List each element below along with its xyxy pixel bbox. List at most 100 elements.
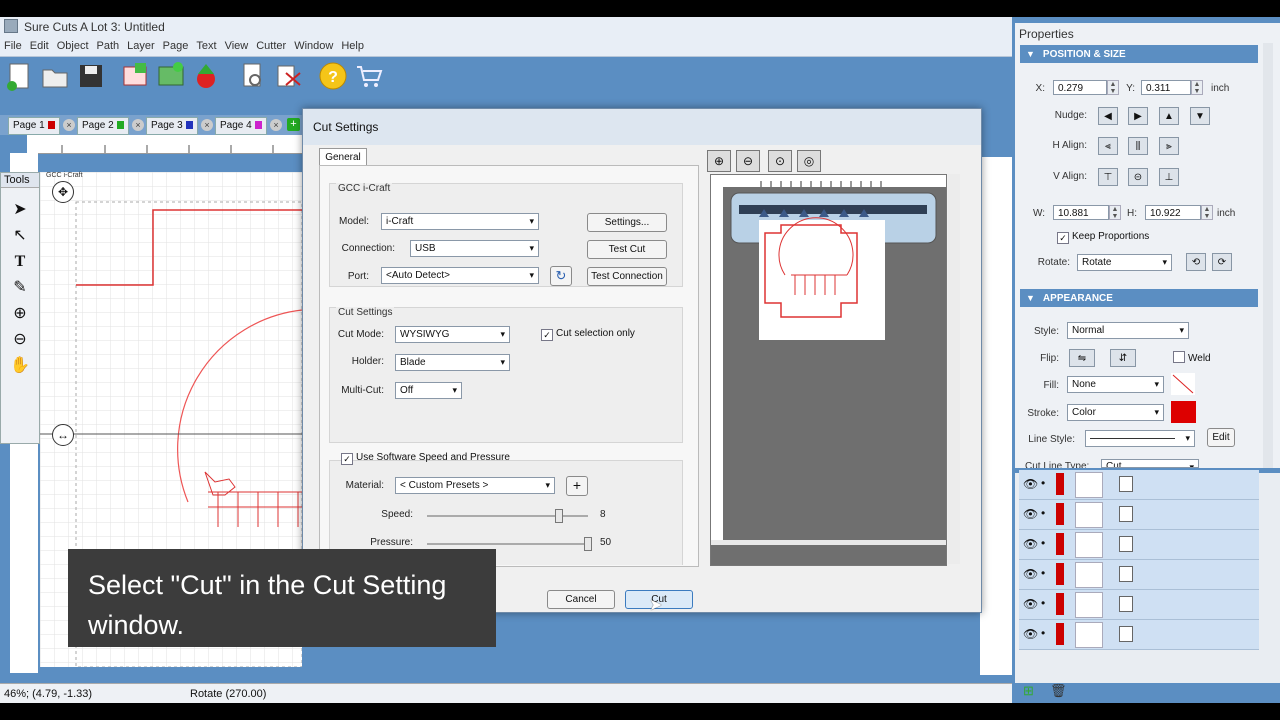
zoom-out-icon[interactable]: ⊖ xyxy=(736,150,760,172)
pen-tool-icon[interactable]: ✎ xyxy=(9,277,31,299)
layer-edit-icon[interactable] xyxy=(1119,566,1133,582)
style-select[interactable]: Normal xyxy=(1067,322,1189,339)
zoom-actual-icon[interactable]: ◎ xyxy=(797,150,821,172)
cut-selection-only-checkbox[interactable]: ✓ xyxy=(541,329,553,341)
zoom-out-icon[interactable]: ⊖ xyxy=(9,329,31,351)
lock-dot-icon[interactable]: • xyxy=(1041,536,1045,550)
zoom-fit-icon[interactable]: ⊙ xyxy=(768,150,792,172)
cut-line-type-select[interactable]: Cut xyxy=(1101,459,1199,468)
layer-row[interactable]: 👁 • xyxy=(1019,470,1259,500)
menu-text[interactable]: Text xyxy=(192,37,220,56)
lock-dot-icon[interactable]: • xyxy=(1041,626,1045,640)
nudge-down-icon[interactable]: ▼ xyxy=(1190,107,1210,125)
cut-preview[interactable] xyxy=(710,174,947,566)
add-preset-icon[interactable]: + xyxy=(566,476,588,496)
layer-edit-icon[interactable] xyxy=(1119,476,1133,492)
speed-slider-track[interactable] xyxy=(427,515,588,517)
layer-row[interactable]: 👁 • xyxy=(1019,500,1259,530)
resize-handle-icon[interactable]: ↔ xyxy=(52,424,74,446)
nudge-left-icon[interactable]: ◀ xyxy=(1098,107,1118,125)
lock-dot-icon[interactable]: • xyxy=(1041,506,1045,520)
keep-proportions-checkbox[interactable]: ✓ xyxy=(1057,232,1069,244)
stroke-color-swatch[interactable] xyxy=(1171,401,1196,423)
keep-proportions-row[interactable]: ✓ Keep Proportions xyxy=(1057,231,1149,244)
shopping-cart-icon[interactable] xyxy=(354,61,384,91)
model-select[interactable]: i-Craft xyxy=(381,213,539,230)
menu-path[interactable]: Path xyxy=(93,37,124,56)
use-software-checkbox[interactable]: ✓ xyxy=(341,453,353,465)
flip-horizontal-icon[interactable]: ⇋ xyxy=(1069,349,1095,367)
menu-help[interactable]: Help xyxy=(337,37,368,56)
multi-cut-select[interactable]: Off xyxy=(395,382,462,399)
pressure-slider-thumb[interactable] xyxy=(584,537,592,551)
cut-mode-select[interactable]: WYSIWYG xyxy=(395,326,510,343)
test-connection-button[interactable]: Test Connection xyxy=(587,267,667,286)
tab-page-1[interactable]: Page 1 × xyxy=(8,117,75,135)
text-tool-icon[interactable]: T xyxy=(9,251,31,273)
connection-select[interactable]: USB xyxy=(410,240,539,257)
lock-dot-icon[interactable]: • xyxy=(1041,476,1045,490)
align-left-icon[interactable]: ⫷ xyxy=(1098,137,1118,155)
flip-vertical-icon[interactable]: ⇵ xyxy=(1110,349,1136,367)
shapes-icon[interactable] xyxy=(192,61,222,91)
height-input[interactable]: 10.922 xyxy=(1145,205,1201,220)
fill-none-swatch[interactable] xyxy=(1171,373,1195,395)
nudge-up-icon[interactable]: ▲ xyxy=(1159,107,1179,125)
node-edit-icon[interactable]: ↖ xyxy=(9,225,31,247)
eye-icon[interactable]: 👁 xyxy=(1023,537,1038,551)
layer-edit-icon[interactable] xyxy=(1119,536,1133,552)
image-icon[interactable] xyxy=(156,61,186,91)
menu-object[interactable]: Object xyxy=(53,37,93,56)
menu-cutter[interactable]: Cutter xyxy=(252,37,290,56)
port-select[interactable]: <Auto Detect> xyxy=(381,267,539,284)
layer-row[interactable]: 👁 • xyxy=(1019,560,1259,590)
close-icon[interactable]: × xyxy=(132,119,144,131)
height-spinner[interactable]: ▲ ▼ xyxy=(1201,205,1213,220)
tab-page-2[interactable]: Page 2 × xyxy=(77,117,144,135)
y-spinner[interactable]: ▲ ▼ xyxy=(1191,80,1203,95)
speed-slider-thumb[interactable] xyxy=(555,509,564,523)
position-size-section[interactable]: ▼ POSITION & SIZE xyxy=(1020,45,1258,63)
new-document-icon[interactable] xyxy=(4,61,34,91)
layer-row[interactable]: 👁 • xyxy=(1019,620,1259,650)
import-icon[interactable] xyxy=(120,61,150,91)
menu-edit[interactable]: Edit xyxy=(26,37,53,56)
layer-row[interactable]: 👁 • xyxy=(1019,590,1259,620)
eye-icon[interactable]: 👁 xyxy=(1023,507,1038,521)
align-top-icon[interactable]: ⊤ xyxy=(1098,168,1118,186)
close-icon[interactable]: × xyxy=(201,119,213,131)
eye-icon[interactable]: 👁 xyxy=(1023,627,1038,641)
menu-page[interactable]: Page xyxy=(159,37,193,56)
width-input[interactable]: 10.881 xyxy=(1053,205,1109,220)
close-icon[interactable]: × xyxy=(63,119,75,131)
eye-icon[interactable]: 👁 xyxy=(1023,597,1038,611)
tab-page-3[interactable]: Page 3 × xyxy=(146,117,213,135)
eye-icon[interactable]: 👁 xyxy=(1023,477,1038,491)
align-center-icon[interactable]: ⫼ xyxy=(1128,137,1148,155)
close-icon[interactable]: × xyxy=(270,119,282,131)
align-bottom-icon[interactable]: ⊥ xyxy=(1159,168,1179,186)
holder-select[interactable]: Blade xyxy=(395,354,510,371)
layer-edit-icon[interactable] xyxy=(1119,596,1133,612)
rotate-left-icon[interactable]: ⟲ xyxy=(1186,253,1206,271)
refresh-port-icon[interactable]: ↻ xyxy=(550,266,572,286)
zoom-in-icon[interactable]: ⊕ xyxy=(707,150,731,172)
width-spinner[interactable]: ▲ ▼ xyxy=(1109,205,1121,220)
help-icon[interactable]: ? xyxy=(318,61,348,91)
lock-dot-icon[interactable]: • xyxy=(1041,596,1045,610)
add-layer-icon[interactable]: ⊞ xyxy=(1023,683,1034,699)
properties-scrollbar[interactable] xyxy=(1263,43,1273,468)
preview-icon[interactable] xyxy=(238,61,268,91)
layer-row[interactable]: 👁 • xyxy=(1019,530,1259,560)
cut-scissors-icon[interactable] xyxy=(274,61,304,91)
menu-layer[interactable]: Layer xyxy=(123,37,159,56)
material-select[interactable]: < Custom Presets > xyxy=(395,477,555,494)
menu-window[interactable]: Window xyxy=(290,37,337,56)
delete-layer-icon[interactable]: 🗑 xyxy=(1050,683,1067,699)
tab-page-4[interactable]: Page 4 × xyxy=(215,117,282,135)
cut-selection-only-row[interactable]: ✓ Cut selection only xyxy=(541,328,635,341)
y-input[interactable]: 0.311 xyxy=(1141,80,1191,95)
nudge-right-icon[interactable]: ▶ xyxy=(1128,107,1148,125)
fill-select[interactable]: None xyxy=(1067,376,1164,393)
x-spinner[interactable]: ▲ ▼ xyxy=(1107,80,1119,95)
